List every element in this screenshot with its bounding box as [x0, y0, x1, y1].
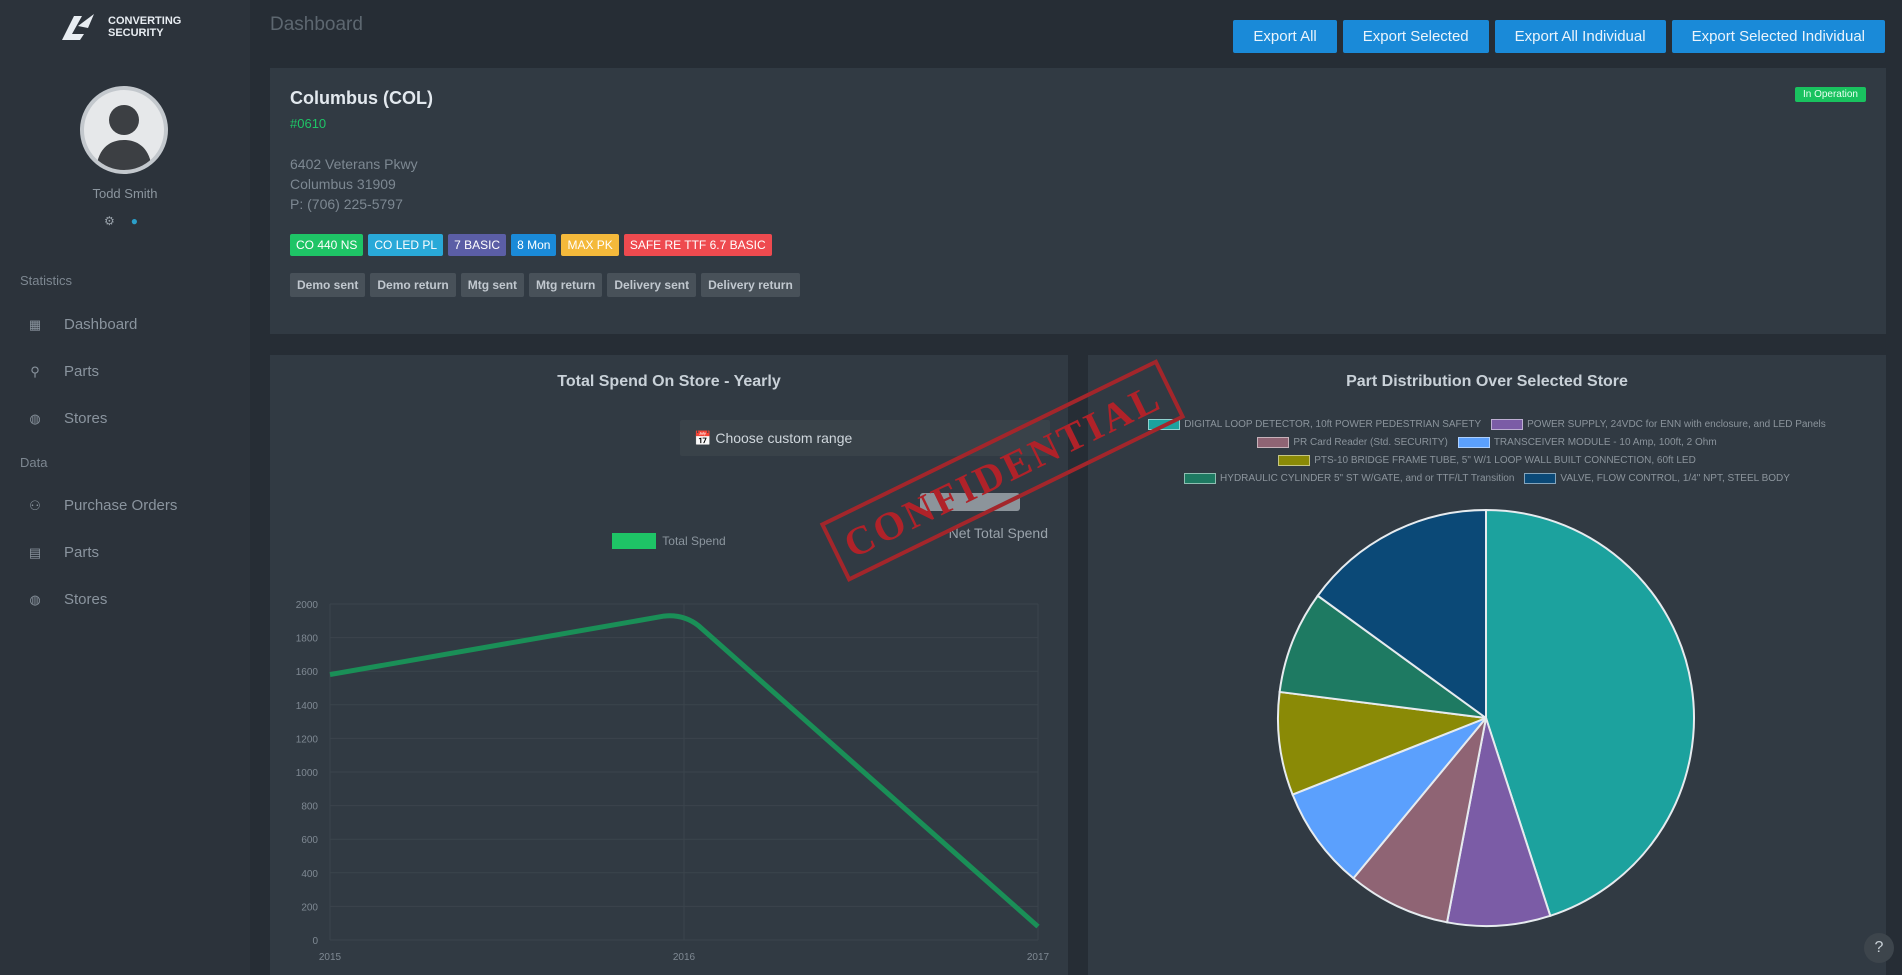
logo-icon	[62, 14, 94, 40]
y-tick-label: 800	[301, 802, 318, 813]
store-icon: ◍	[29, 591, 41, 607]
store-tag: CO 440 NS	[290, 234, 364, 256]
store-tag: 7 BASIC	[448, 234, 507, 256]
parts-icon: ▤	[28, 544, 42, 560]
settings-icon[interactable]: ⚙	[104, 214, 115, 228]
x-tick-label: 2015	[319, 952, 342, 963]
line-chart: 0 200 400 600 800 1000 1200 1400 1600 1800 2000 201…	[296, 600, 1050, 963]
status-badge: In Operation	[1794, 87, 1866, 102]
export-all-individual-button[interactable]: Export All Individual	[1494, 20, 1666, 53]
online-status-icon: ●	[130, 214, 139, 228]
sidebar: CONVERTING SECURITY Todd Smith ⚙ ● Stati…	[0, 0, 250, 975]
y-tick-label: 200	[301, 902, 318, 913]
sidebar-item-label: Parts	[64, 363, 100, 380]
avatar[interactable]	[80, 86, 168, 174]
y-tick-label: 1800	[296, 634, 319, 645]
store-phone: P: (706) 225-5797	[290, 196, 403, 212]
x-tick-label: 2016	[673, 952, 696, 963]
y-tick-label: 0	[312, 936, 318, 947]
y-tick-label: 1200	[296, 734, 319, 745]
store-tag: MAX PK	[561, 234, 619, 256]
workflow-tag[interactable]: Mtg return	[529, 273, 603, 297]
store-address-line1: 6402 Veterans Pkwy	[290, 156, 418, 172]
help-button[interactable]: ?	[1864, 933, 1894, 963]
store-icon: ◍	[29, 410, 41, 426]
sidebar-item-label: Parts	[64, 544, 100, 561]
sidebar-item-stores[interactable]: ◍ Stores	[28, 410, 107, 427]
sidebar-section-data: Data	[20, 455, 48, 470]
store-group-tags: Demo sent Demo return Mtg sent Mtg return De…	[290, 273, 800, 297]
workflow-tag[interactable]: Delivery return	[701, 273, 800, 297]
pie-chart	[1277, 508, 1695, 927]
y-tick-label: 1000	[296, 768, 319, 779]
store-info-card: Columbus (COL) #0610 In Operation 6402 V…	[270, 68, 1886, 334]
y-tick-label: 1600	[296, 667, 319, 678]
y-tick-label: 400	[301, 869, 318, 880]
y-tick-label: 1400	[296, 701, 319, 712]
sidebar-item-data-stores[interactable]: ◍ Stores	[28, 591, 107, 608]
page-title: Dashboard	[270, 14, 363, 35]
export-selected-individual-button[interactable]: Export Selected Individual	[1671, 20, 1885, 53]
workflow-tag[interactable]: Demo return	[370, 273, 456, 297]
sidebar-item-label: Stores	[64, 410, 108, 427]
store-name: Columbus (COL)	[290, 88, 433, 108]
pie-chart-card: Part Distribution Over Selected Store DI…	[1088, 355, 1886, 975]
store-tag: CO LED PL	[368, 234, 444, 256]
parts-icon: ⚲	[30, 363, 40, 379]
sidebar-item-purchase-orders[interactable]: ⚇ Purchase Orders	[28, 497, 177, 514]
sidebar-item-label: Dashboard	[64, 316, 138, 333]
sidebar-item-dashboard[interactable]: ▦ Dashboard	[28, 316, 138, 333]
workflow-tag[interactable]: Mtg sent	[460, 273, 525, 297]
store-code: #0610	[290, 116, 327, 131]
store-address-line2: Columbus 31909	[290, 176, 396, 192]
store-tag: 8 Mon	[511, 234, 557, 256]
x-tick-label: 2017	[1027, 952, 1050, 963]
brand-name-line2: SECURITY	[108, 27, 164, 39]
sidebar-item-data-parts[interactable]: ▤ Parts	[28, 544, 99, 561]
line-chart-card: Total Spend On Store - Yearly 📅 Choose c…	[270, 355, 1068, 975]
dashboard-icon: ▦	[28, 316, 42, 332]
store-tags: CO 440 NS CO LED PL 7 BASIC 8 Mon MAX PK SAFE…	[290, 234, 772, 256]
sidebar-item-label: Stores	[64, 591, 108, 608]
sidebar-item-parts[interactable]: ⚲ Parts	[28, 363, 99, 380]
user-silhouette-icon	[96, 105, 152, 170]
store-tag: SAFE RE TTF 6.7 BASIC	[623, 234, 772, 256]
purchase-orders-icon: ⚇	[29, 497, 41, 513]
user-name: Todd Smith	[92, 186, 158, 201]
brand-name-line1: CONVERTING	[108, 15, 182, 27]
sidebar-section-statistics: Statistics	[20, 273, 73, 288]
export-selected-button[interactable]: Export Selected	[1342, 20, 1489, 53]
workflow-tag[interactable]: Delivery sent	[607, 273, 697, 297]
sidebar-item-label: Purchase Orders	[64, 497, 178, 514]
y-tick-label: 2000	[296, 600, 319, 611]
workflow-tag[interactable]: Demo sent	[290, 273, 366, 297]
export-all-button[interactable]: Export All	[1233, 20, 1337, 53]
brand-logo[interactable]: CONVERTING SECURITY	[60, 12, 188, 42]
export-toolbar: Export All Export Selected Export All In…	[1233, 20, 1885, 53]
y-tick-label: 600	[301, 835, 318, 846]
